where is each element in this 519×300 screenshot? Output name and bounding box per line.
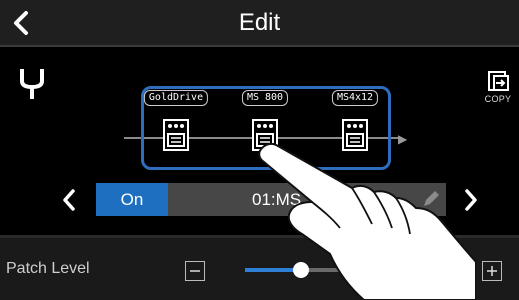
- header-bar: Edit: [0, 0, 519, 45]
- page-title: Edit: [238, 9, 281, 36]
- effect-name: GoldDrive: [143, 90, 209, 106]
- plus-icon: [487, 266, 497, 276]
- pedal-icon: [163, 119, 189, 151]
- level-decrease-button[interactable]: [185, 261, 205, 281]
- header-divider: [0, 45, 519, 47]
- level-increase-button[interactable]: [482, 261, 502, 281]
- edit-screen: Edit COPY ▶ GoldDrive MS 800 MS4x12 On 0…: [0, 0, 519, 300]
- minus-icon: [190, 270, 200, 272]
- effect-name: MS 800: [241, 90, 289, 106]
- copy-label: COPY: [484, 94, 512, 104]
- copy-icon: [488, 71, 509, 91]
- effect-on-button[interactable]: On: [96, 183, 168, 216]
- copy-button[interactable]: COPY: [480, 70, 516, 110]
- effect-slot-1[interactable]: GoldDrive: [138, 90, 214, 162]
- previous-patch-button[interactable]: [58, 186, 80, 214]
- effect-name: MS4x12: [331, 90, 379, 106]
- pointing-hand-icon: [258, 142, 476, 300]
- tuning-fork-icon[interactable]: [16, 65, 48, 101]
- patch-level-label: Patch Level: [6, 260, 90, 277]
